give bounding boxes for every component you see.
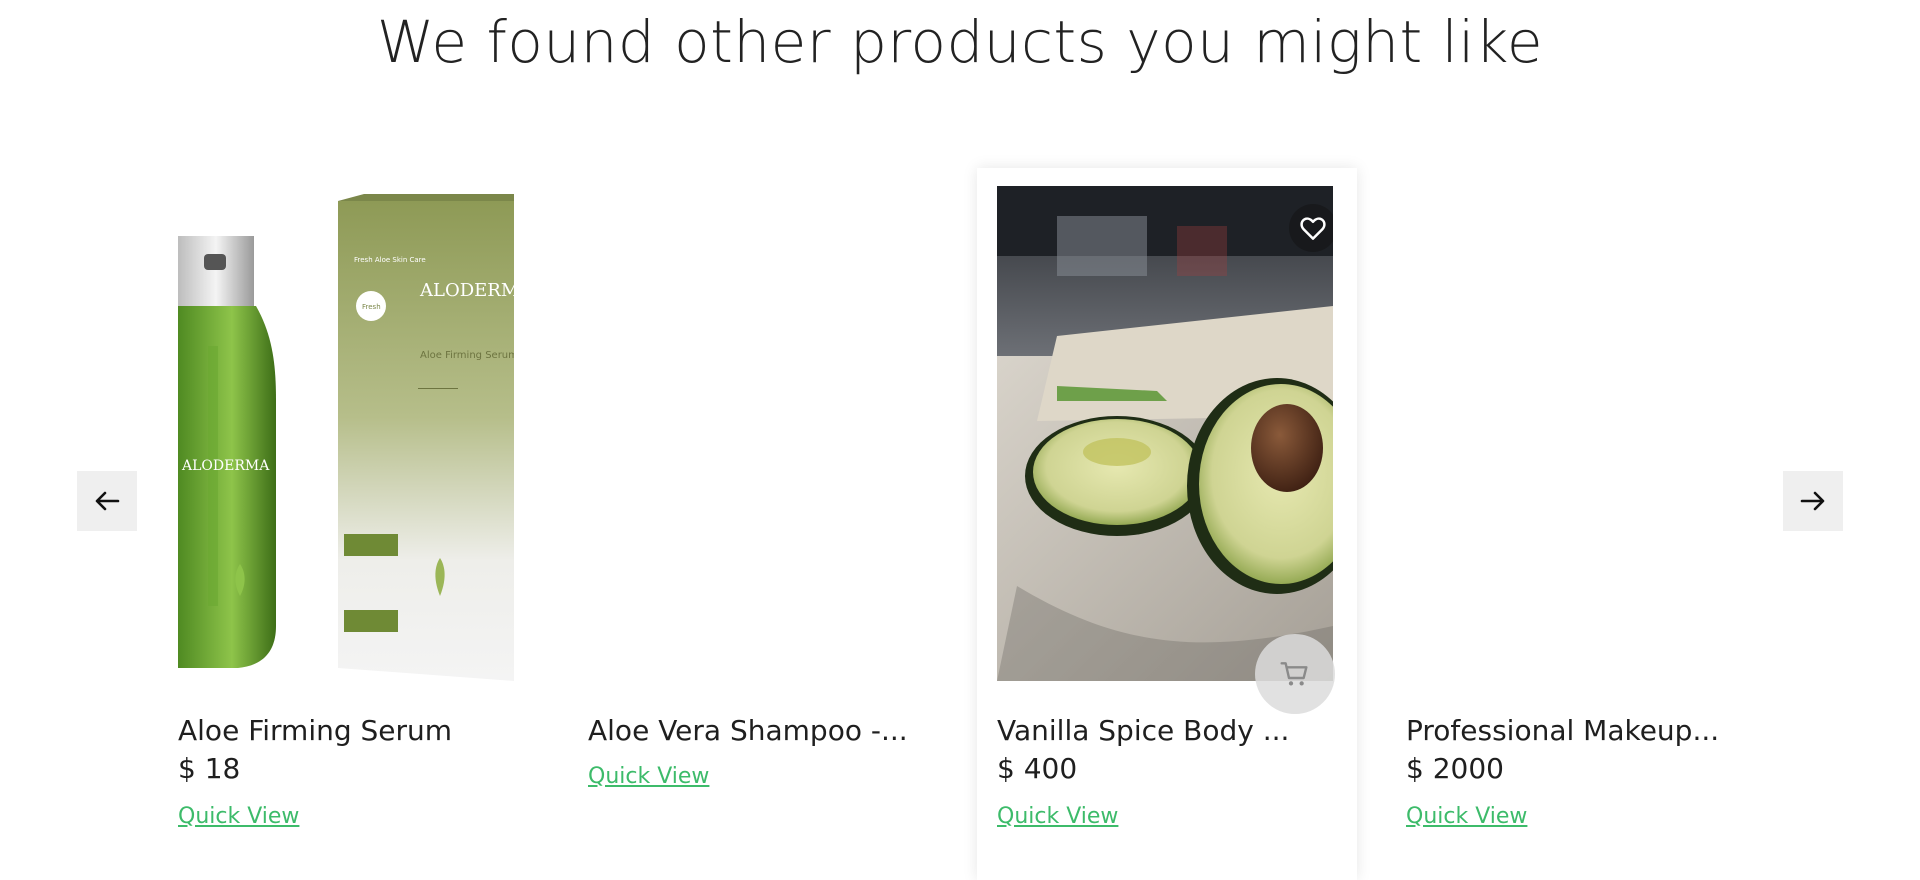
product-image[interactable]: ALODERMA Fresh Aloe Skin Care Fresh ALOD… — [178, 186, 514, 681]
carousel-next-button[interactable] — [1783, 471, 1843, 531]
heart-icon — [1300, 217, 1326, 240]
product-name[interactable]: Vanilla Spice Body ... — [997, 714, 1357, 747]
box-header-text: Fresh Aloe Skin Care — [354, 256, 426, 264]
product-image[interactable] — [1406, 186, 1742, 681]
bottle-brand-text: ALODERMA — [181, 458, 270, 474]
product-card[interactable]: Aloe Vera Shampoo -... Quick View — [568, 168, 948, 880]
product-price: $ 2000 — [1406, 752, 1504, 785]
quick-view-link[interactable]: Quick View — [178, 804, 299, 829]
box-brand-text: ALODERMA — [419, 280, 514, 301]
product-image[interactable] — [997, 186, 1333, 681]
product-name[interactable]: Aloe Firming Serum — [178, 714, 538, 747]
product-card[interactable]: Vanilla Spice Body ... $ 400 Quick View — [977, 168, 1357, 880]
product-price: $ 400 — [997, 752, 1078, 785]
box-product-text: Aloe Firming Serum — [420, 350, 514, 361]
product-name[interactable]: Professional Makeup... — [1406, 714, 1766, 747]
quick-view-link[interactable]: Quick View — [588, 764, 709, 789]
product-price: $ 18 — [178, 752, 241, 785]
product-name[interactable]: Aloe Vera Shampoo -... — [588, 714, 948, 747]
product-image[interactable] — [588, 186, 924, 681]
carousel-prev-button[interactable] — [77, 471, 137, 531]
arrow-right-icon — [1800, 491, 1825, 511]
box-badge-text: Fresh — [362, 303, 381, 311]
cart-icon — [1280, 662, 1308, 686]
page-title: We found other products you might like — [376, 8, 1544, 76]
product-card[interactable]: ALODERMA Fresh Aloe Skin Care Fresh ALOD… — [158, 168, 538, 880]
product-card[interactable]: Professional Makeup... $ 2000 Quick View — [1386, 168, 1766, 880]
arrow-left-icon — [95, 491, 120, 511]
add-to-cart-button[interactable] — [1255, 634, 1335, 714]
quick-view-link[interactable]: Quick View — [1406, 804, 1527, 829]
wishlist-button[interactable] — [1289, 204, 1333, 252]
quick-view-link[interactable]: Quick View — [997, 804, 1118, 829]
